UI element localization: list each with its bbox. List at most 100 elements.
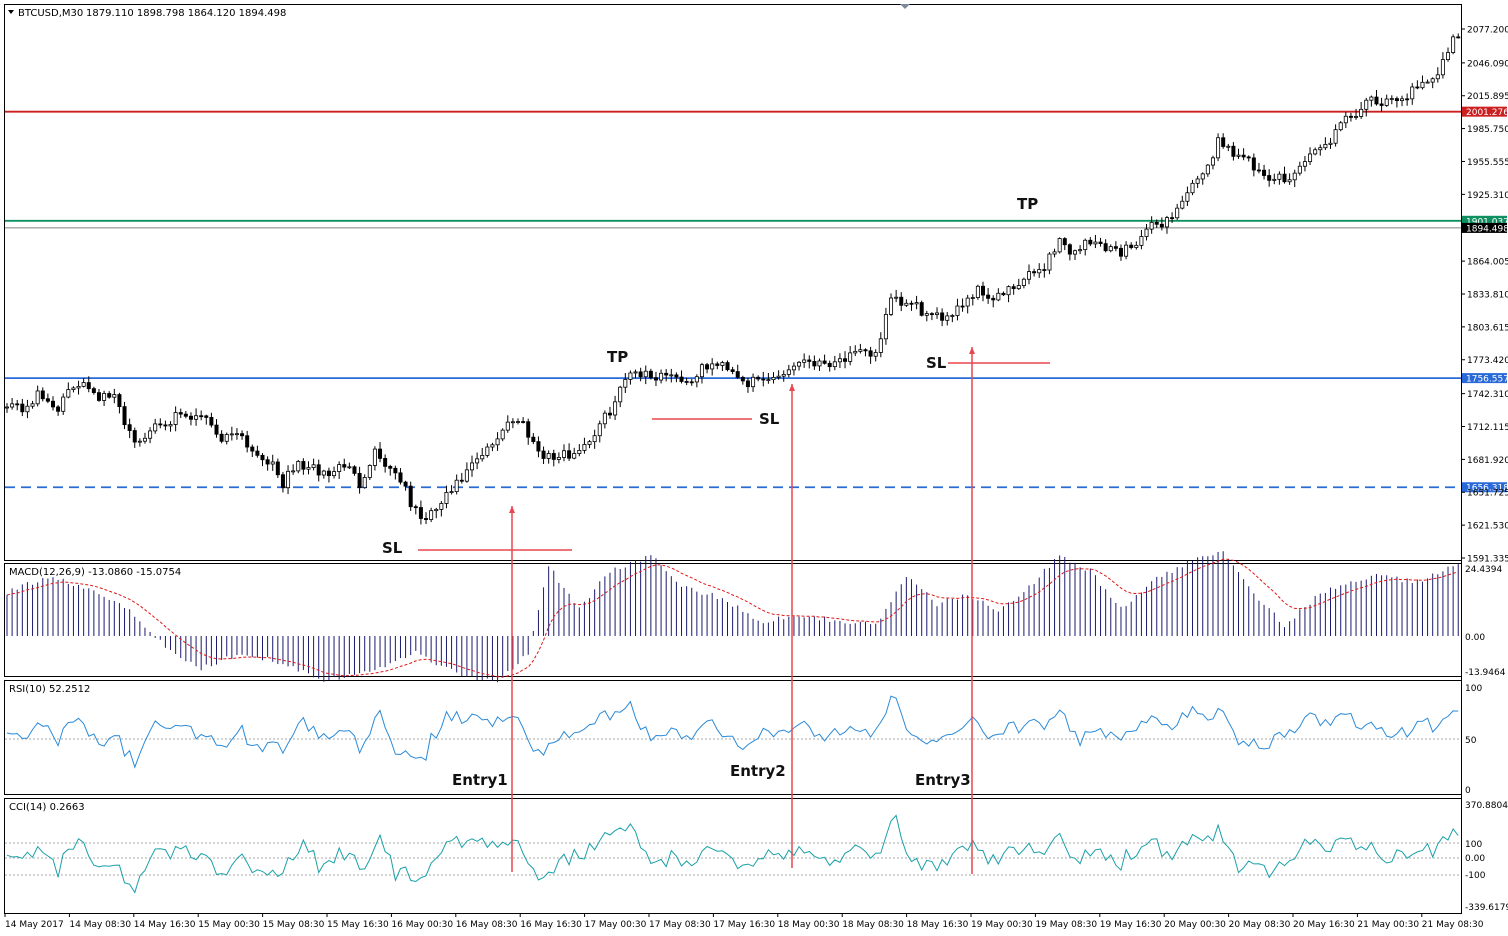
macd-tick-label: 24.4394 — [1465, 565, 1502, 575]
macd-tick-label: 0.00 — [1465, 633, 1485, 643]
candle-body — [1456, 36, 1461, 39]
price-tick-label: 2015.895 — [1467, 92, 1508, 102]
candle-body — [1210, 157, 1215, 166]
candle-body — [148, 430, 153, 439]
candle-body — [725, 362, 730, 371]
candle-body — [490, 444, 495, 448]
candle-body — [1446, 52, 1451, 61]
candle-body — [526, 421, 531, 438]
candle-body — [541, 450, 546, 459]
candle-body — [214, 424, 219, 435]
candle-body — [480, 454, 485, 460]
cci-pane-frame — [4, 798, 1462, 914]
candle-body — [812, 361, 817, 367]
candle-body — [659, 372, 664, 381]
candle-body — [715, 363, 720, 366]
time-tick-label: 19 May 16:30 — [1100, 920, 1162, 930]
scroll-marker-icon[interactable] — [900, 4, 910, 9]
collapse-triangle-icon[interactable] — [8, 10, 14, 14]
candle-body — [408, 485, 413, 508]
time-tick-label: 17 May 16:30 — [713, 920, 775, 930]
candle-body — [935, 312, 940, 315]
candle-body — [720, 362, 725, 366]
candle-body — [332, 471, 337, 477]
candle-body — [102, 393, 107, 401]
time-axis: 14 May 2017 14 May 08:30 14 May 16:30 15 Ma… — [4, 913, 1484, 930]
candle-body — [454, 479, 459, 492]
candle-body — [168, 424, 173, 427]
candle-body — [633, 371, 638, 374]
candle-body — [439, 503, 444, 510]
time-tick-label: 20 May 08:30 — [1229, 920, 1291, 930]
candle-body — [1078, 249, 1083, 252]
candle-body — [1098, 241, 1103, 245]
level-tag-text: 1894.498 — [1466, 224, 1508, 234]
candle-body — [607, 412, 612, 416]
candle-body — [1021, 278, 1026, 287]
candle-body — [173, 412, 178, 425]
candle-body — [383, 458, 388, 467]
candle-body — [699, 364, 704, 378]
candle-body — [1118, 247, 1123, 257]
candle-body — [96, 392, 101, 401]
candle-body — [25, 405, 30, 413]
candle-body — [924, 313, 929, 316]
candle-body — [567, 450, 572, 459]
candle-body — [756, 376, 761, 380]
time-tick-label: 15 May 08:30 — [263, 920, 325, 930]
candle-body — [1384, 98, 1389, 106]
time-tick-label: 18 May 16:30 — [907, 920, 969, 930]
candle-body — [321, 470, 326, 476]
candle-body — [1159, 223, 1164, 228]
candle-body — [163, 424, 168, 427]
candle-body — [797, 361, 802, 367]
candle-body — [91, 388, 96, 394]
candle-body — [30, 403, 35, 407]
candle-body — [1374, 96, 1379, 105]
candle-body — [894, 296, 899, 299]
candle-body — [434, 508, 439, 512]
candle-body — [868, 350, 873, 357]
candle-body — [245, 435, 250, 448]
candle-body — [316, 464, 321, 476]
candle-body — [50, 400, 55, 408]
candle-body — [260, 454, 265, 461]
candle-body — [372, 448, 377, 466]
price-tick-label: 1651.725 — [1467, 489, 1508, 499]
candle-body — [1251, 157, 1256, 171]
candle-body — [618, 386, 623, 403]
candle-body — [199, 415, 204, 418]
candle-body — [20, 403, 25, 413]
candle-body — [183, 413, 188, 417]
candle-body — [705, 364, 710, 370]
candle-body — [684, 381, 689, 383]
candle-body — [858, 349, 863, 352]
candle-body — [240, 433, 245, 437]
candle-body — [1333, 129, 1338, 144]
candle-body — [1175, 207, 1180, 219]
candle-body — [1047, 253, 1052, 271]
candle-body — [1318, 147, 1323, 151]
candle-body — [694, 376, 699, 383]
candle-body — [919, 302, 924, 316]
time-tick-label: 16 May 00:30 — [391, 920, 453, 930]
candle-body — [1394, 98, 1399, 102]
candle-body — [597, 423, 602, 437]
time-tick-label: 18 May 08:30 — [842, 920, 904, 930]
time-tick-label: 20 May 16:30 — [1293, 920, 1355, 930]
candle-body — [485, 446, 490, 456]
candle-body — [1067, 244, 1072, 255]
entry-arrow-head — [969, 347, 975, 354]
candle-body — [689, 381, 694, 384]
candle-body — [117, 394, 122, 408]
candle-body — [981, 285, 986, 296]
candle-body — [296, 461, 301, 472]
candle-body — [1440, 59, 1445, 76]
candle-body — [178, 412, 183, 415]
candle-body — [1430, 78, 1435, 83]
cci-tick-label: 370.8804 — [1465, 801, 1508, 811]
candle-body — [889, 297, 894, 315]
candle-body — [602, 412, 607, 425]
trading-chart[interactable]: BTCUSD,M30 1879.110 1898.798 1864.120 18… — [0, 0, 1508, 936]
candle-body — [224, 434, 229, 442]
